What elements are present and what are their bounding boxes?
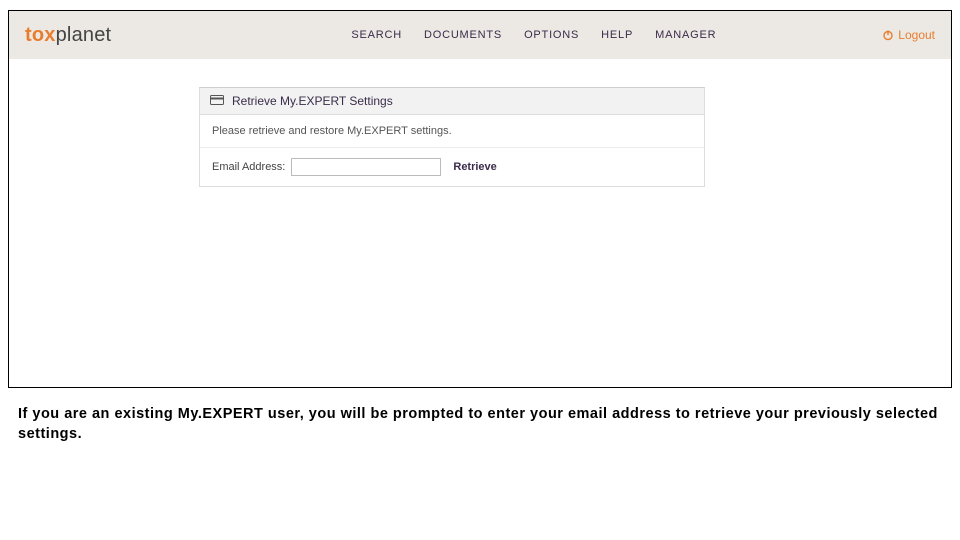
retrieve-settings-panel: Retrieve My.EXPERT Settings Please retri… [199, 87, 705, 187]
power-icon [882, 29, 894, 41]
brand-tox: tox [25, 24, 56, 46]
email-field[interactable] [291, 158, 441, 176]
email-label: Email Address: [212, 161, 285, 173]
panel-instruction: Please retrieve and restore My.EXPERT se… [200, 115, 704, 148]
main-nav: SEARCH DOCUMENTS OPTIONS HELP MANAGER [351, 29, 716, 41]
nav-search[interactable]: SEARCH [351, 29, 402, 41]
brand-logo[interactable]: toxplanet [25, 24, 111, 47]
logout-button[interactable]: Logout [882, 28, 935, 42]
nav-options[interactable]: OPTIONS [524, 29, 579, 41]
content-area: Retrieve My.EXPERT Settings Please retri… [9, 59, 951, 187]
app-frame: toxplanet SEARCH DOCUMENTS OPTIONS HELP … [8, 10, 952, 388]
panel-form: Email Address: Retrieve [200, 148, 704, 186]
slide-caption: If you are an existing My.EXPERT user, y… [18, 404, 942, 445]
logout-label: Logout [898, 28, 935, 42]
nav-documents[interactable]: DOCUMENTS [424, 29, 502, 41]
nav-help[interactable]: HELP [601, 29, 633, 41]
top-bar: toxplanet SEARCH DOCUMENTS OPTIONS HELP … [9, 11, 951, 59]
brand-planet: planet [56, 24, 112, 46]
nav-manager[interactable]: MANAGER [655, 29, 716, 41]
panel-title: Retrieve My.EXPERT Settings [232, 94, 393, 108]
panel-header: Retrieve My.EXPERT Settings [200, 88, 704, 115]
card-icon [210, 94, 224, 108]
retrieve-button[interactable]: Retrieve [453, 161, 496, 173]
